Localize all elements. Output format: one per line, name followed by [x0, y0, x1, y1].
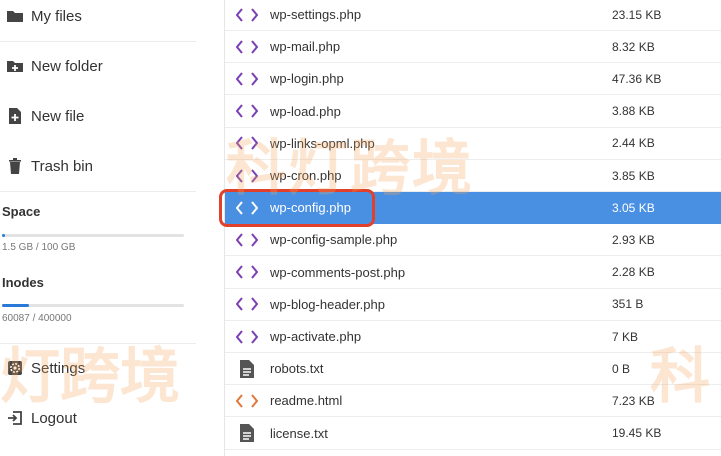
file-row[interactable]: wp-login.php 47.36 KB [225, 63, 721, 96]
code-file-icon [229, 233, 265, 247]
inodes-usage-text: 60087 / 400000 [2, 313, 72, 324]
code-file-icon [229, 297, 265, 311]
file-row[interactable]: wp-load.php 3.88 KB [225, 96, 721, 128]
file-size: 0 B [612, 361, 631, 376]
inodes-progress-bar [2, 304, 184, 307]
file-row[interactable]: wp-activate.php 7 KB [225, 321, 721, 353]
html-file-icon [229, 394, 265, 408]
code-file-icon [229, 72, 265, 86]
file-size: 8.32 KB [612, 39, 655, 54]
file-row[interactable]: wp-comments-post.php 2.28 KB [225, 257, 721, 289]
file-row[interactable]: wp-cron.php 3.85 KB [225, 160, 721, 192]
inodes-title: Inodes [2, 275, 44, 290]
code-file-icon [229, 104, 265, 118]
file-row[interactable]: wp-config.php 3.05 KB [225, 192, 721, 225]
sidebar-item-new-folder[interactable]: New folder [0, 41, 196, 91]
file-size: 19.45 KB [612, 426, 662, 441]
file-name: license.txt [270, 425, 328, 441]
file-name: wp-login.php [270, 71, 344, 87]
sidebar: My files New folder New file Trash bin S… [0, 0, 225, 456]
file-name: robots.txt [270, 361, 324, 377]
code-file-icon [229, 7, 265, 22]
file-name: wp-blog-header.php [270, 296, 385, 312]
file-size: 2.28 KB [612, 265, 655, 280]
text-file-icon [229, 359, 265, 379]
logout-icon [0, 410, 30, 426]
file-size: 2.44 KB [612, 136, 655, 151]
file-name: wp-settings.php [270, 7, 362, 22]
file-size: 3.85 KB [612, 168, 655, 183]
folder-plus-icon [0, 58, 30, 74]
file-name: wp-config-sample.php [270, 232, 398, 248]
sidebar-item-label: My files [31, 7, 82, 25]
file-name: wp-links-opml.php [270, 135, 375, 151]
file-row[interactable]: wp-blog-header.php 351 B [225, 289, 721, 321]
file-row[interactable]: wp-mail.php 8.32 KB [225, 31, 721, 64]
settings-button[interactable]: Settings [0, 343, 196, 393]
file-size: 3.05 KB [612, 200, 655, 215]
gear-icon [0, 360, 30, 376]
file-row[interactable]: wp-config-sample.php 2.93 KB [225, 224, 721, 257]
code-file-icon [229, 201, 265, 215]
code-file-icon [229, 329, 265, 344]
sidebar-item-new-file[interactable]: New file [0, 91, 196, 141]
folder-icon [0, 8, 30, 24]
file-row[interactable]: readme.html 7.23 KB [225, 385, 721, 418]
sidebar-item-my-files[interactable]: My files [0, 0, 196, 41]
file-plus-icon [0, 107, 30, 125]
file-size: 47.36 KB [612, 71, 662, 86]
trash-icon [0, 157, 30, 175]
file-row[interactable]: license.txt 19.45 KB [225, 418, 721, 450]
file-size: 351 B [612, 297, 644, 312]
settings-label: Settings [31, 359, 86, 377]
file-row[interactable]: wp-settings.php 23.15 KB [225, 0, 721, 31]
file-name: wp-load.php [270, 103, 341, 119]
logout-label: Logout [31, 409, 77, 427]
space-progress-bar [2, 234, 184, 237]
file-name: wp-activate.php [270, 329, 362, 344]
file-name: wp-cron.php [270, 168, 342, 183]
code-file-icon [229, 40, 265, 54]
sidebar-item-label: Trash bin [31, 157, 93, 175]
file-name: wp-mail.php [270, 39, 341, 55]
file-row[interactable]: robots.txt 0 B [225, 353, 721, 386]
logout-button[interactable]: Logout [0, 393, 196, 443]
file-size: 3.88 KB [612, 104, 655, 119]
sidebar-item-label: New folder [31, 57, 103, 75]
sidebar-item-label: New file [31, 107, 85, 125]
space-progress-fill [2, 234, 5, 237]
code-file-icon [229, 265, 265, 279]
file-size: 7.23 KB [612, 393, 655, 408]
file-size: 2.93 KB [612, 232, 655, 247]
file-name: wp-config.php [270, 200, 351, 216]
file-size: 23.15 KB [612, 7, 662, 22]
file-list: wp-settings.php 23.15 KB wp-mail.php 8.32 K… [225, 0, 721, 456]
code-file-icon [229, 136, 265, 150]
sidebar-item-trash-bin[interactable]: Trash bin [0, 141, 196, 191]
divider [0, 191, 196, 192]
space-title: Space [2, 204, 41, 219]
text-file-icon [229, 423, 265, 443]
file-row[interactable]: wp-links-opml.php 2.44 KB [225, 128, 721, 160]
code-file-icon [229, 168, 265, 183]
file-name: readme.html [270, 393, 343, 409]
file-name: wp-comments-post.php [270, 264, 406, 280]
space-usage-text: 1.5 GB / 100 GB [2, 242, 76, 253]
file-size: 7 KB [612, 329, 639, 344]
inodes-progress-fill [2, 304, 30, 307]
